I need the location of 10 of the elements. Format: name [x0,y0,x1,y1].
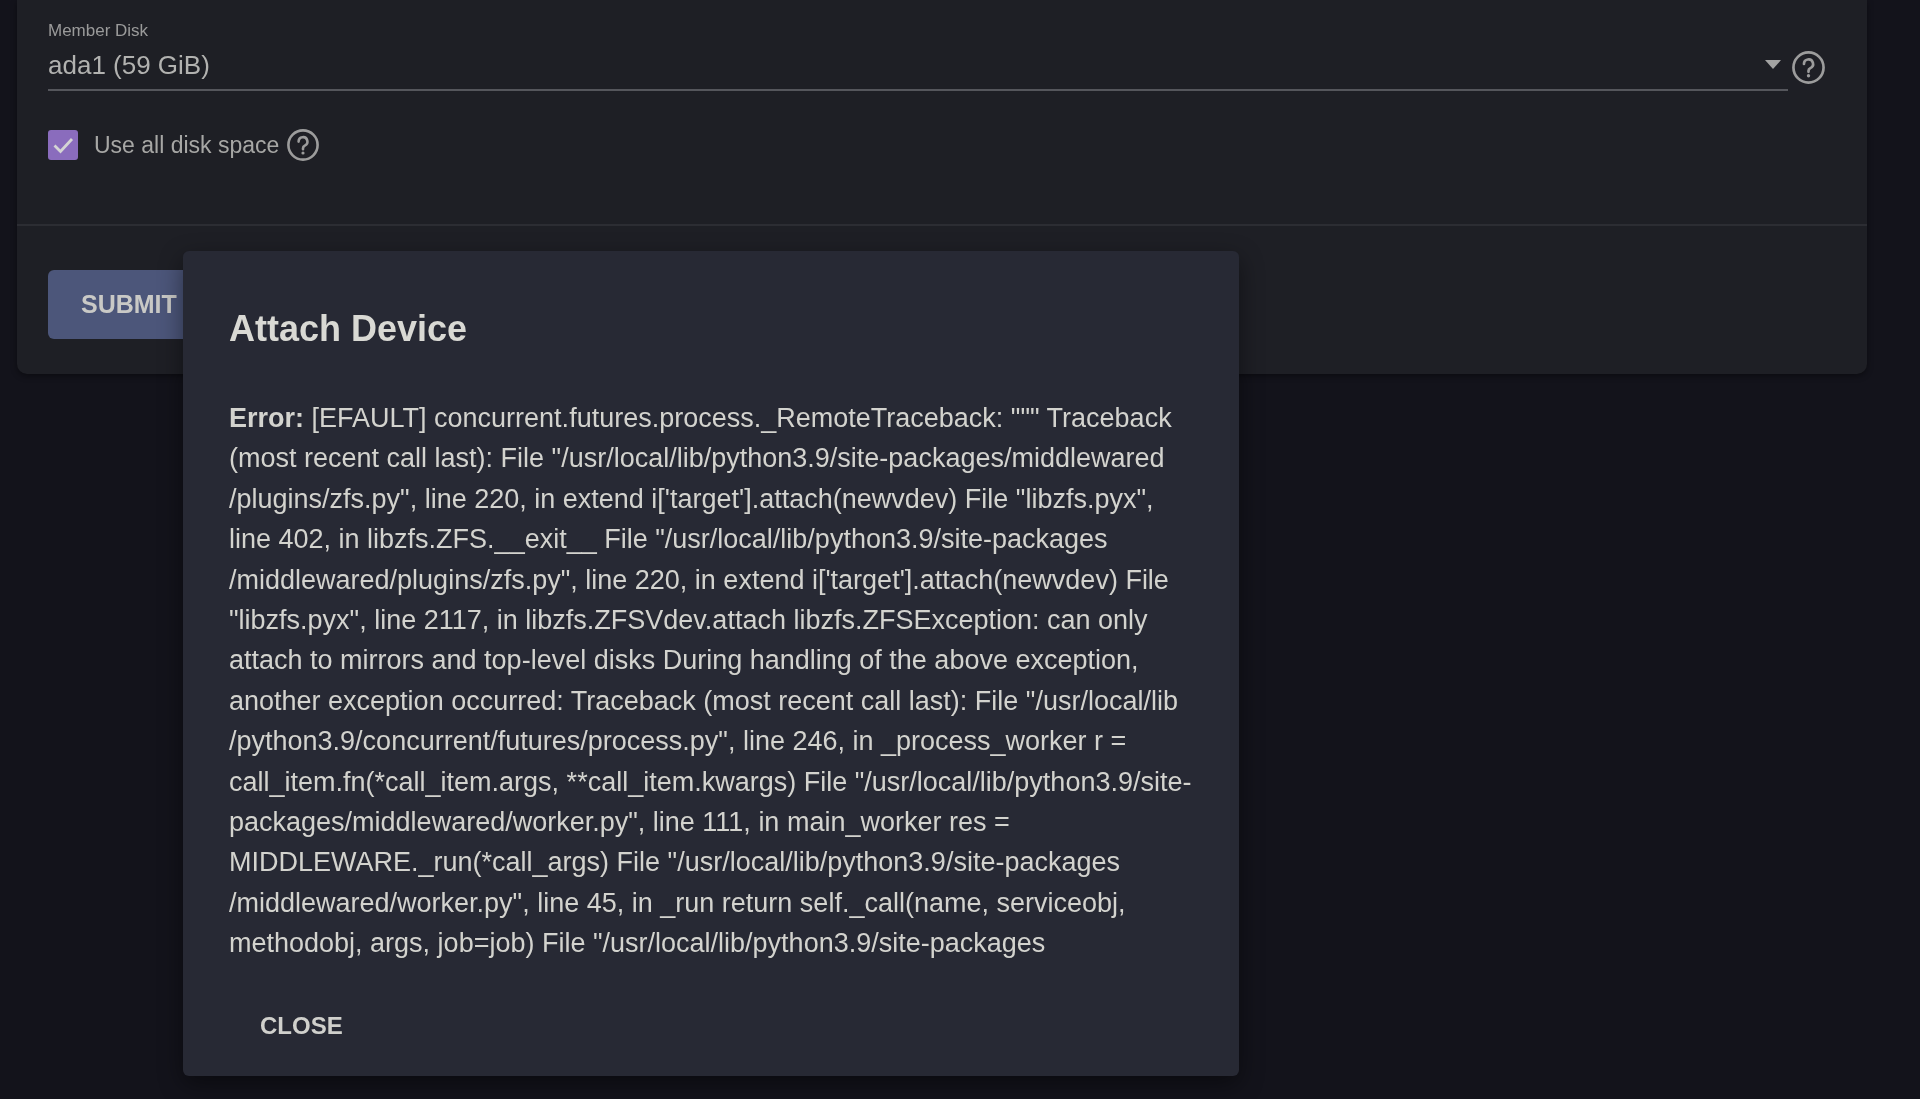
caret-icon [1765,59,1781,69]
checkbox[interactable] [48,130,78,160]
dialog-title: Attach Device [229,308,468,350]
error-message: Error: [EFAULT] concurrent.futures.process._RemoteTraceback: """ Traceback (most recent call last): File "/usr/local/lib/python3.9/site-packages/middlewared/plugins/zfs.py", line 220, in extend i['target'].attach(newvdev) File "libzfs.pyx", line 402, in libzfs.ZFS.__exit__ File "/usr/local/lib/python3.9/site-packages/middlewared/plugins/zfs.py", line 220, in extend i['target'].attach(newvdev) File "libzfs.pyx", line 2117, in libzfs.ZFSVdev.attach libzfs.ZFSException: can only attach to mirrors and top-level disks During handling of the above exception, another exception occurred: Traceback (most recent call last): File "/usr/local/lib/python3.9/concurrent/futures/process.py", line 246, in _process_worker r = call_item.fn(*call_item.args, **call_item.kwargs) File "/usr/local/lib/python3.9/site-packages/middlewared/worker.py", line 111, in main_worker res = MIDDLEWARE._run(*call_args) File "/usr/local/lib/python3.9/site-packages/middlewared/worker.py", line 45, in _run return self._call(name, serviceobj, methodobj, args, job=job) File "/usr/local/lib/python3.9/site-packages [229,402,1193,961]
close-button[interactable]: CLOSE [244,1002,359,1050]
help-icon[interactable] [287,129,320,161]
disk-select[interactable]: ada1 (59 GiB) [48,49,1788,91]
field-label: Member Disk [48,21,149,41]
help-icon[interactable] [1792,51,1825,84]
checkbox-label: Use all disk space [94,131,280,160]
